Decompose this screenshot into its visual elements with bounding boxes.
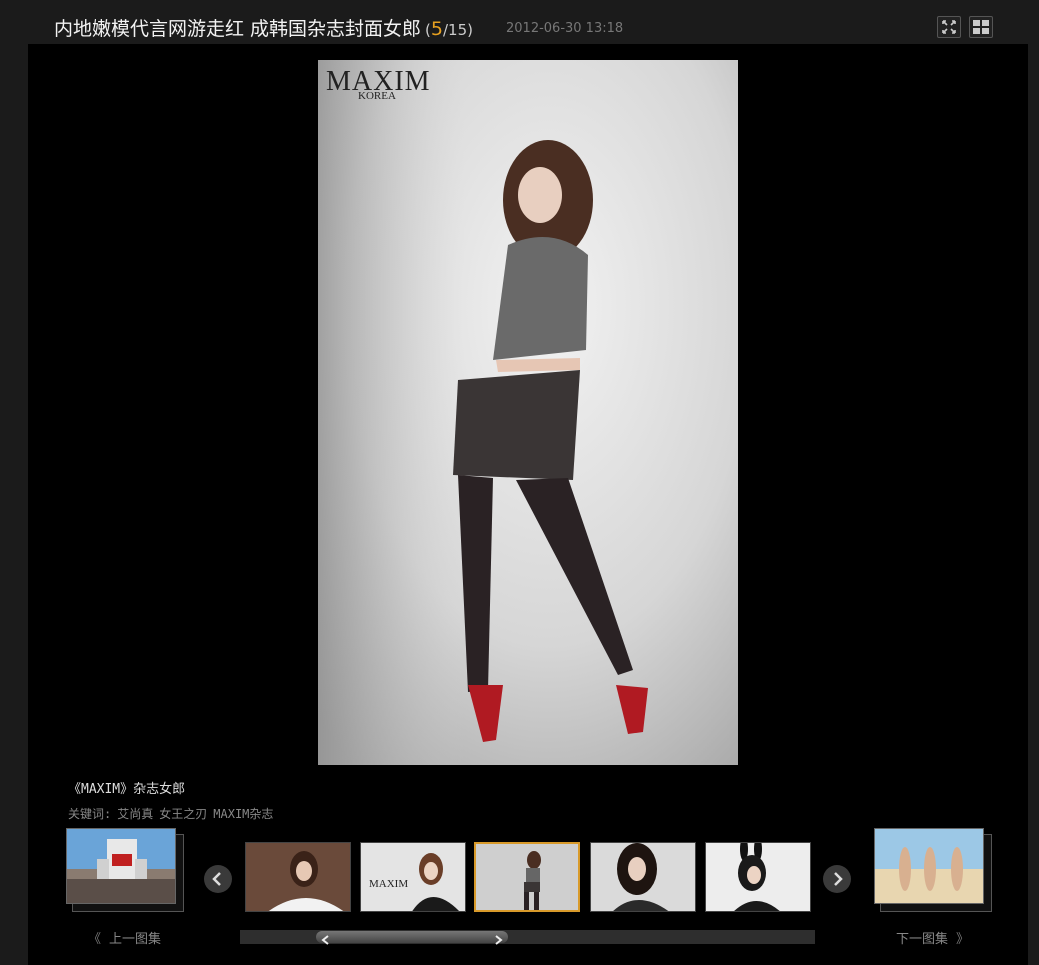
- grid-view-button[interactable]: [969, 16, 993, 38]
- double-chevron-right-icon: 》: [956, 932, 970, 947]
- carousel-prev-button[interactable]: [204, 865, 232, 893]
- fullscreen-button[interactable]: [937, 16, 961, 38]
- image-caption: 《MAXIM》杂志女郎: [68, 782, 186, 797]
- thumbnail-item[interactable]: [245, 842, 351, 912]
- album-cover-image: [875, 829, 983, 903]
- thumbnail-item[interactable]: MAXIM: [360, 842, 466, 912]
- keyword-link[interactable]: MAXIM杂志: [213, 807, 273, 821]
- scroll-right-icon: [495, 935, 503, 945]
- thumbnail-item[interactable]: [705, 842, 811, 912]
- page-title: 内地嫩模代言网游走红 成韩国杂志封面女郎 (5/15): [54, 14, 473, 41]
- scroll-left-icon: [321, 935, 329, 945]
- scrollbar-thumb[interactable]: [316, 931, 508, 945]
- chevron-right-icon: [834, 872, 843, 886]
- publish-date: 2012-06-30 13:18: [506, 21, 624, 36]
- prev-album-label: 上一图集: [109, 932, 162, 947]
- thumbnail-image: [591, 843, 695, 911]
- current-index: 5: [430, 18, 443, 40]
- fullscreen-icon: [942, 20, 956, 34]
- thumbnail-image: [246, 843, 350, 911]
- image-counter: (5/15): [425, 18, 473, 40]
- main-photo[interactable]: MAXIM KOREA: [318, 60, 738, 765]
- thumb-logo: MAXIM: [369, 878, 408, 890]
- keywords-row: 关键词: 艾尚真 女王之刃 MAXIM杂志: [68, 805, 279, 822]
- thumbnail-image: MAXIM: [361, 843, 465, 911]
- carousel-scrollbar[interactable]: [240, 930, 815, 945]
- next-album-thumb[interactable]: [874, 828, 992, 912]
- keyword-link[interactable]: 女王之刃: [159, 807, 207, 821]
- thumbnail-item[interactable]: [590, 842, 696, 912]
- album-cover-image: [67, 829, 175, 903]
- header-bar: 内地嫩模代言网游走红 成韩国杂志封面女郎 (5/15) 2012-06-30 13…: [0, 0, 1039, 44]
- prev-album-thumb[interactable]: [66, 828, 184, 912]
- double-chevron-left-icon: 《: [88, 932, 102, 947]
- grid-icon: [973, 20, 989, 34]
- thumbnail-item-active[interactable]: [474, 842, 580, 912]
- keywords-label: 关键词:: [68, 807, 112, 821]
- next-album-label: 下一图集: [896, 932, 949, 947]
- thumbnail-image: [476, 844, 578, 910]
- magazine-sub: KOREA: [358, 90, 396, 102]
- prev-album-link[interactable]: 《上一图集: [88, 928, 161, 947]
- gallery-title: 内地嫩模代言网游走红 成韩国杂志封面女郎: [54, 18, 422, 40]
- chevron-left-icon: [212, 872, 221, 886]
- photo-image: [318, 60, 738, 765]
- keyword-link[interactable]: 艾尚真: [117, 807, 153, 821]
- carousel-next-button[interactable]: [823, 865, 851, 893]
- total-count: /15): [443, 21, 473, 39]
- thumbnail-image: [706, 843, 810, 911]
- next-album-link[interactable]: 下一图集》: [896, 928, 969, 947]
